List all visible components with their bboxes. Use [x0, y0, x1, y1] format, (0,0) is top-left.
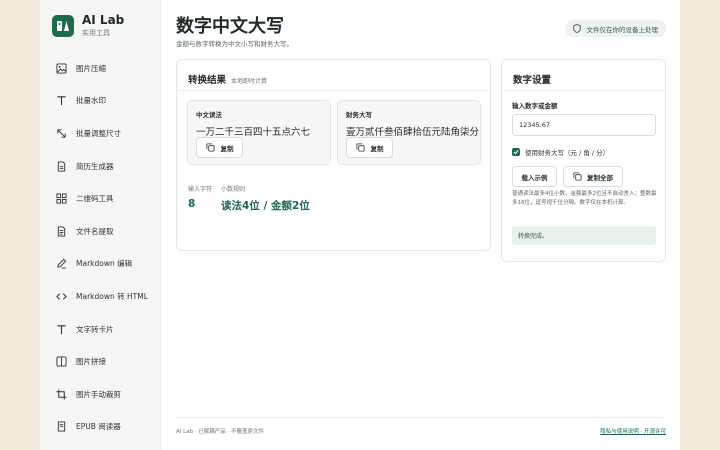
- copy-icon: [355, 143, 365, 152]
- brand-name: AI Lab: [82, 13, 125, 27]
- sidebar-item-image-stitch[interactable]: 图片拼接: [40, 345, 161, 378]
- finance-uppercase-label: 财务大写: [346, 111, 372, 119]
- chinese-reading-box: 中文读法 一万二千三百四十五点六七 复制: [187, 100, 331, 165]
- result-note: 本地即时计算: [231, 78, 268, 85]
- text-icon: [55, 95, 67, 107]
- divider: [177, 90, 490, 91]
- sidebar: AI Lab 实用工具 图片压缩 批量水印 批量调整尺寸 简历生成器 二维码工具…: [40, 0, 161, 450]
- text-icon: [55, 323, 67, 335]
- footer-info: AI Lab · 已解耦产品 · 不覆盖原文件: [176, 429, 265, 435]
- image-icon: [55, 62, 67, 74]
- sidebar-item-text-to-card[interactable]: 文字转卡片: [40, 313, 161, 346]
- finance-uppercase-toggle[interactable]: 使用财务大写（元 / 角 / 分）: [512, 147, 609, 157]
- grid-icon: [55, 193, 67, 205]
- decimal-rule-label: 小数规则: [221, 186, 246, 193]
- sidebar-item-label: 简历生成器: [76, 161, 114, 171]
- footer-links[interactable]: 隐私与使用说明 · 开源许可: [600, 427, 666, 435]
- number-input-label: 输入数字或金额: [512, 102, 558, 110]
- status-message: 转换完成。: [512, 226, 656, 245]
- copy-all-label: 复制全部: [587, 173, 613, 182]
- page-subtitle: 金额与数字转换为中文小写和财务大写。: [176, 40, 293, 48]
- copy-all-button[interactable]: 复制全部: [563, 166, 623, 187]
- resize-icon: [55, 127, 67, 139]
- result-card: 转换结果 本地即时计算 中文读法 一万二千三百四十五点六七 复制 财务大写 壹万…: [176, 59, 491, 251]
- brand-subtitle: 实用工具: [82, 29, 110, 37]
- sidebar-item-label: 文字转卡片: [76, 324, 114, 334]
- sidebar-item-label: 图片手动裁剪: [76, 389, 121, 399]
- sidebar-item-label: Markdown 编辑: [76, 259, 133, 269]
- divider: [502, 90, 665, 91]
- sidebar-item-resume-builder[interactable]: 简历生成器: [40, 150, 161, 183]
- sidebar-item-label: 批量水印: [76, 96, 106, 106]
- sidebar-item-filename-extract[interactable]: 文件名提取: [40, 215, 161, 248]
- input-chars-label: 输入字符: [188, 186, 213, 193]
- sidebar-item-label: 文件名提取: [76, 226, 114, 236]
- conversion-hint: 普通读法最多4位小数，金额最多2位且不自动舍入；整数最多16位，逗号视千位分隔。…: [512, 191, 657, 206]
- copy-icon: [573, 172, 582, 181]
- result-title: 转换结果: [188, 75, 227, 86]
- sidebar-item-markdown-to-html[interactable]: Markdown 转 HTML: [40, 280, 161, 313]
- file-icon: [55, 225, 67, 237]
- privacy-badge: 文件仅在你的设备上处理: [564, 20, 666, 37]
- load-sample-label: 载入示例: [521, 173, 548, 182]
- document-icon: [55, 160, 67, 172]
- crop-icon: [55, 388, 67, 400]
- main-content: 数字中文大写 金额与数字转换为中文小写和财务大写。 文件仅在你的设备上处理 转换…: [176, 0, 666, 450]
- sidebar-nav: 图片压缩 批量水印 批量调整尺寸 简历生成器 二维码工具 文件名提取 Markd…: [40, 52, 161, 443]
- number-input[interactable]: [512, 114, 656, 136]
- chinese-reading-value: 一万二千三百四十五点六七: [196, 127, 311, 138]
- image-icon: [55, 356, 67, 368]
- sidebar-item-label: 图片压缩: [76, 63, 106, 73]
- copy-finance-button[interactable]: 复制: [346, 137, 393, 158]
- settings-title: 数字设置: [513, 75, 552, 86]
- sidebar-item-image-crop[interactable]: 图片手动裁剪: [40, 378, 161, 411]
- sidebar-item-qr-tool[interactable]: 二维码工具: [40, 182, 161, 215]
- sidebar-item-label: 批量调整尺寸: [76, 128, 121, 138]
- shield-icon: [572, 24, 581, 33]
- finance-uppercase-value: 壹万贰仟叁佰肆拾伍元陆角柒分: [346, 127, 480, 138]
- chinese-reading-label: 中文读法: [196, 111, 222, 119]
- privacy-badge-text: 文件仅在你的设备上处理: [586, 25, 659, 34]
- page-title: 数字中文大写: [176, 16, 284, 37]
- sidebar-item-markdown-editor[interactable]: Markdown 编辑: [40, 248, 161, 281]
- logo-icon: [52, 15, 74, 37]
- finance-uppercase-box: 财务大写 壹万贰仟叁佰肆拾伍元陆角柒分 复制: [337, 100, 481, 165]
- copy-chinese-button[interactable]: 复制: [196, 137, 243, 158]
- decimal-rule-value: 读法4位 / 金额2位: [221, 200, 310, 212]
- sidebar-item-epub-reader[interactable]: EPUB 阅读器: [40, 411, 161, 444]
- sidebar-item-label: 二维码工具: [76, 194, 114, 204]
- input-chars-stat: 输入字符 8: [188, 184, 212, 210]
- pen-icon: [55, 258, 67, 270]
- copy-finance-label: 复制: [370, 144, 384, 153]
- decimal-rule-stat: 小数规则 读法4位 / 金额2位: [221, 184, 310, 213]
- finance-uppercase-toggle-label: 使用财务大写（元 / 角 / 分）: [525, 149, 610, 157]
- copy-icon: [205, 143, 215, 152]
- sidebar-item-image-compress[interactable]: 图片压缩: [40, 52, 161, 85]
- sidebar-item-label: Markdown 转 HTML: [76, 291, 148, 301]
- app-window: AI Lab 实用工具 图片压缩 批量水印 批量调整尺寸 简历生成器 二维码工具…: [40, 0, 680, 450]
- load-sample-button[interactable]: 载入示例: [512, 166, 557, 187]
- sidebar-item-batch-resize[interactable]: 批量调整尺寸: [40, 117, 161, 150]
- copy-chinese-label: 复制: [220, 144, 234, 153]
- input-chars-value: 8: [188, 198, 196, 210]
- footer-divider: [176, 417, 666, 418]
- code-icon: [55, 290, 67, 302]
- settings-card: 数字设置 输入数字或金额 使用财务大写（元 / 角 / 分） 载入示例 复制全部: [501, 59, 666, 262]
- sidebar-item-label: 图片拼接: [76, 357, 106, 367]
- brand[interactable]: AI Lab 实用工具: [52, 13, 124, 39]
- sidebar-item-label: EPUB 阅读器: [76, 422, 121, 432]
- sidebar-item-batch-watermark[interactable]: 批量水印: [40, 85, 161, 118]
- book-icon: [55, 421, 67, 433]
- checkbox-checked-icon[interactable]: [512, 148, 520, 156]
